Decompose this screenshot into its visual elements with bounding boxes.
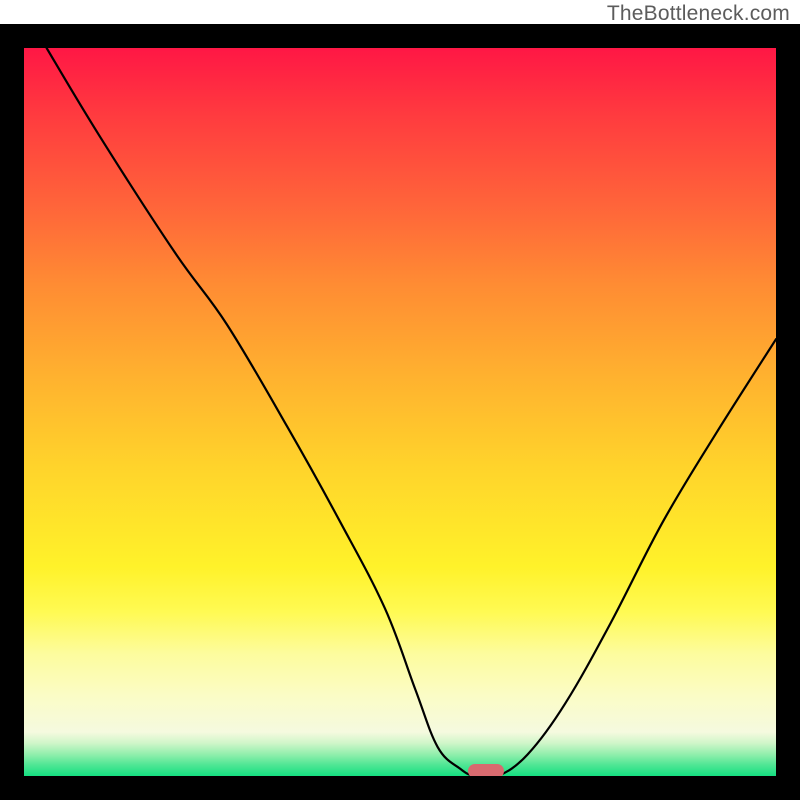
attribution-text: TheBottleneck.com bbox=[607, 2, 790, 26]
chart-frame bbox=[0, 24, 800, 800]
